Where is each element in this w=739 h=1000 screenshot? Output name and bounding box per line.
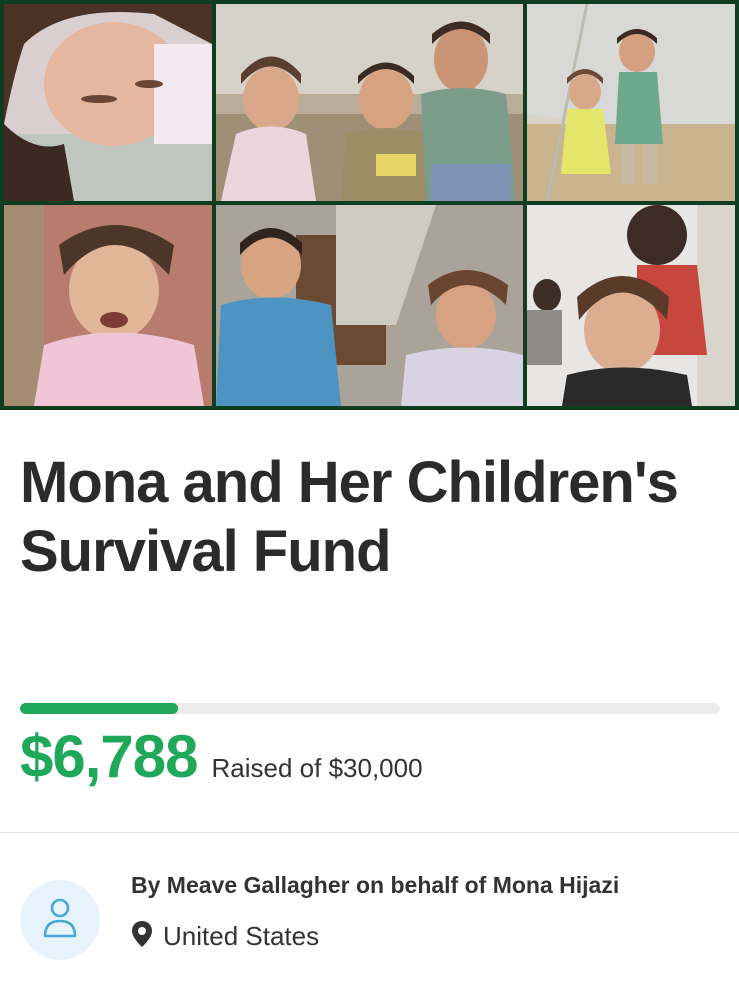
collage-photo-3 xyxy=(527,4,735,201)
organizer-line[interactable]: By Meave Gallagher on behalf of Mona Hij… xyxy=(131,872,619,899)
section-divider xyxy=(0,832,739,833)
raised-amount: $6,788 xyxy=(20,723,199,790)
collage-photo-6 xyxy=(527,205,735,406)
organizer-location: United States xyxy=(131,920,319,953)
collage-photo-5 xyxy=(216,205,523,406)
organizer-avatar xyxy=(20,880,100,960)
photo-collage xyxy=(0,0,739,410)
progress-bar xyxy=(20,703,720,714)
page-title: Mona and Her Children's Survival Fund xyxy=(20,450,679,584)
person-icon xyxy=(42,897,78,944)
progress-bar-fill xyxy=(20,703,179,714)
collage-photo-1 xyxy=(4,4,212,201)
location-text: United States xyxy=(163,921,320,951)
raised-summary: $6,788 Raised of $30,000 xyxy=(20,722,423,791)
raised-goal-label: Raised of $30,000 xyxy=(211,753,423,783)
collage-photo-2 xyxy=(216,4,523,201)
map-pin-icon xyxy=(131,920,153,953)
collage-photo-4 xyxy=(4,205,212,406)
